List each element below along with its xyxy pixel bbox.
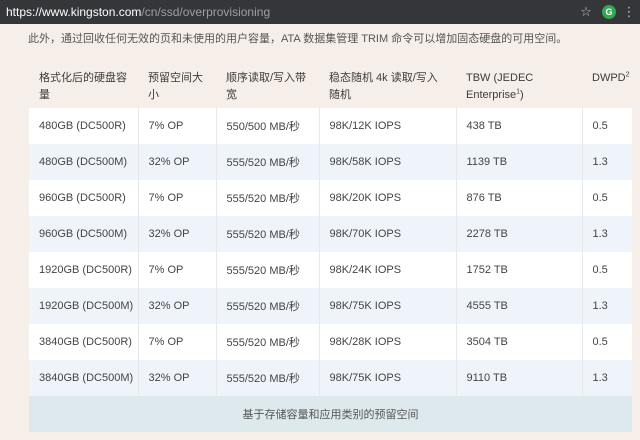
cell-sequential: 550/500 MB/秒 bbox=[215, 108, 319, 144]
cell-op-size: 32% OP bbox=[137, 360, 216, 396]
cell-capacity: 1920GB (DC500M) bbox=[29, 288, 138, 324]
cell-random-4k: 98K/58K IOPS bbox=[318, 144, 456, 180]
cell-tbw: 2278 TB bbox=[455, 216, 582, 252]
header-dwpd: DWPD2 bbox=[582, 62, 632, 108]
intro-paragraph: 此外，通过回收任何无效的页和未使用的用户容量，ATA 数据集管理 TRIM 命令… bbox=[28, 33, 568, 45]
cell-dwpd: 1.3 bbox=[581, 288, 632, 324]
cell-random-4k: 98K/24K IOPS bbox=[318, 252, 456, 288]
bookmark-star-icon[interactable]: ☆ bbox=[576, 4, 596, 20]
cell-capacity: 480GB (DC500R) bbox=[29, 108, 138, 144]
cell-sequential: 555/520 MB/秒 bbox=[215, 360, 319, 396]
table-caption-row: 基于存储容量和应用类别的预留空间 bbox=[29, 396, 632, 432]
table-row: 1920GB (DC500M) 32% OP 555/520 MB/秒 98K/75K… bbox=[29, 288, 632, 324]
cell-op-size: 7% OP bbox=[137, 108, 216, 144]
cell-random-4k: 98K/28K IOPS bbox=[318, 324, 456, 360]
cell-sequential: 555/520 MB/秒 bbox=[215, 180, 319, 216]
cell-dwpd: 1.3 bbox=[581, 144, 632, 180]
cell-dwpd: 1.3 bbox=[581, 360, 632, 396]
table-row: 960GB (DC500M) 32% OP 555/520 MB/秒 98K/70K … bbox=[29, 216, 632, 252]
header-capacity: 格式化后的硬盘容量 bbox=[29, 62, 138, 108]
cell-random-4k: 98K/12K IOPS bbox=[318, 108, 456, 144]
cell-random-4k: 98K/75K IOPS bbox=[318, 360, 456, 396]
cell-op-size: 32% OP bbox=[137, 144, 216, 180]
cell-sequential: 555/520 MB/秒 bbox=[215, 288, 319, 324]
overprovisioning-table: 格式化后的硬盘容量 预留空间大小 顺序读取/写入带宽 稳态随机 4k 读取/写入… bbox=[29, 62, 632, 432]
table-header-row: 格式化后的硬盘容量 预留空间大小 顺序读取/写入带宽 稳态随机 4k 读取/写入… bbox=[29, 62, 632, 108]
cell-op-size: 7% OP bbox=[137, 252, 216, 288]
header-tbw: TBW (JEDEC Enterprise1) bbox=[456, 62, 582, 108]
header-sequential: 顺序读取/写入带宽 bbox=[216, 62, 319, 108]
table-row: 480GB (DC500M) 32% OP 555/520 MB/秒 98K/58K … bbox=[29, 144, 632, 180]
browser-menu-icon[interactable]: ⋮ bbox=[622, 4, 636, 20]
cell-dwpd: 0.5 bbox=[581, 324, 632, 360]
url-path: /cn/ssd/overprovisioning bbox=[141, 5, 271, 19]
browser-address-bar: https://www.kingston.com/cn/ssd/overprov… bbox=[0, 0, 640, 24]
cell-tbw: 4555 TB bbox=[455, 288, 582, 324]
cell-dwpd: 0.5 bbox=[581, 180, 632, 216]
cell-tbw: 876 TB bbox=[455, 180, 582, 216]
cell-dwpd: 0.5 bbox=[581, 252, 632, 288]
cell-dwpd: 0.5 bbox=[581, 108, 632, 144]
cell-tbw: 3504 TB bbox=[455, 324, 582, 360]
extension-icon[interactable]: G bbox=[602, 5, 616, 19]
cell-capacity: 960GB (DC500M) bbox=[29, 216, 138, 252]
cell-dwpd: 1.3 bbox=[581, 216, 632, 252]
cell-tbw: 1139 TB bbox=[455, 144, 582, 180]
cell-capacity: 3840GB (DC500M) bbox=[29, 360, 138, 396]
header-op-size: 预留空间大小 bbox=[138, 62, 216, 108]
cell-tbw: 438 TB bbox=[455, 108, 582, 144]
cell-random-4k: 98K/20K IOPS bbox=[318, 180, 456, 216]
cell-random-4k: 98K/75K IOPS bbox=[318, 288, 456, 324]
cell-random-4k: 98K/70K IOPS bbox=[318, 216, 456, 252]
cell-sequential: 555/520 MB/秒 bbox=[215, 252, 319, 288]
cell-op-size: 32% OP bbox=[137, 216, 216, 252]
cell-capacity: 960GB (DC500R) bbox=[29, 180, 138, 216]
cell-sequential: 555/520 MB/秒 bbox=[215, 324, 319, 360]
url-field[interactable]: https://www.kingston.com/cn/ssd/overprov… bbox=[0, 5, 576, 19]
cell-tbw: 1752 TB bbox=[455, 252, 582, 288]
table-row: 3840GB (DC500R) 7% OP 555/520 MB/秒 98K/28K … bbox=[29, 324, 632, 360]
table-caption: 基于存储容量和应用类别的预留空间 bbox=[29, 396, 632, 432]
url-host: https://www.kingston.com bbox=[6, 5, 142, 19]
cell-op-size: 7% OP bbox=[137, 324, 216, 360]
table-row: 960GB (DC500R) 7% OP 555/520 MB/秒 98K/20K I… bbox=[29, 180, 632, 216]
cell-capacity: 1920GB (DC500R) bbox=[29, 252, 138, 288]
cell-sequential: 555/520 MB/秒 bbox=[215, 144, 319, 180]
cell-op-size: 32% OP bbox=[137, 288, 216, 324]
cell-tbw: 9110 TB bbox=[455, 360, 582, 396]
header-random-4k: 稳态随机 4k 读取/写入随机 bbox=[319, 62, 456, 108]
cell-capacity: 480GB (DC500M) bbox=[29, 144, 138, 180]
cell-op-size: 7% OP bbox=[137, 180, 216, 216]
table-row: 1920GB (DC500R) 7% OP 555/520 MB/秒 98K/24K … bbox=[29, 252, 632, 288]
table-row: 3840GB (DC500M) 32% OP 555/520 MB/秒 98K/75K… bbox=[29, 360, 632, 396]
table-row: 480GB (DC500R) 7% OP 550/500 MB/秒 98K/12K I… bbox=[29, 108, 632, 144]
cell-capacity: 3840GB (DC500R) bbox=[29, 324, 138, 360]
cell-sequential: 555/520 MB/秒 bbox=[215, 216, 319, 252]
